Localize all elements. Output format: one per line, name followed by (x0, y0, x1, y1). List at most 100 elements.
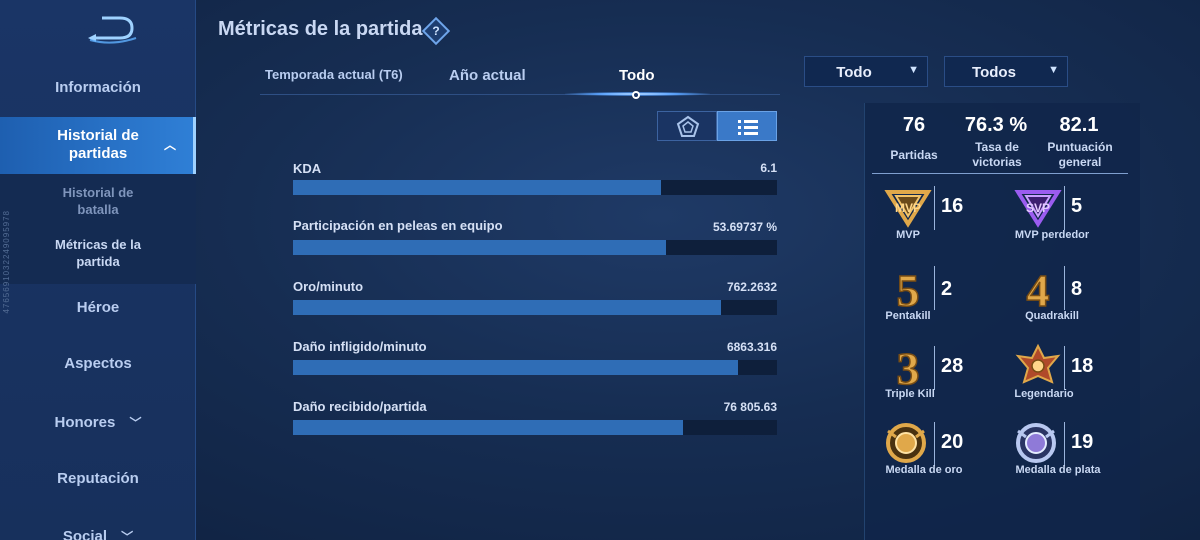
achievement-separator (934, 422, 935, 466)
sidebar-item-social[interactable]: Social ﹀ (0, 528, 196, 540)
sidebar-item-heroe[interactable]: Héroe (0, 299, 196, 316)
sidebar-subitem-label: Historial de batalla (62, 185, 134, 217)
sidebar-item-reputacion[interactable]: Reputación (0, 470, 196, 487)
svg-text:5: 5 (897, 265, 920, 312)
metric-bar-gold (293, 300, 777, 315)
achievement-count-mvp-perdedor: 5 (1071, 195, 1083, 217)
metric-label-gold: Oro/minuto (293, 279, 364, 294)
quadrakill-icon: 4 (1014, 264, 1062, 317)
page-title: Métricas de la partida (218, 18, 423, 40)
list-icon (738, 120, 758, 135)
achievement-count-legendario: 18 (1071, 355, 1094, 377)
score-value: 82.1 (1059, 114, 1099, 136)
summary-divider (872, 173, 1128, 174)
sidebar-item-informacion[interactable]: Información (0, 79, 196, 99)
silver-medal-icon (1012, 419, 1060, 467)
player-id-watermark: 4765691032249095978 (2, 210, 11, 314)
achievement-separator (1064, 346, 1065, 390)
chevron-down-icon: ﹀ (129, 416, 142, 430)
legendary-icon (1014, 342, 1062, 390)
dropdown-value: Todo (836, 64, 872, 81)
tab-temporada-actual[interactable]: Temporada actual (T6) (265, 67, 403, 82)
pentakill-icon: 5 (884, 264, 932, 317)
mode-filter-dropdown[interactable]: Todo ▼ (804, 56, 928, 87)
metric-bar-fill (293, 420, 683, 435)
chevron-down-icon: ▼ (908, 64, 919, 76)
achievement-name-quadrakill: Quadrakill (1025, 310, 1079, 322)
sidebar-item-label: Reputación (57, 470, 139, 487)
pentagon-icon (676, 115, 700, 137)
matches-label: Partidas (890, 148, 938, 162)
hero-filter-dropdown[interactable]: Todos ▼ (944, 56, 1068, 87)
winrate-value: 76.3 % (964, 114, 1028, 136)
achievement-name-medalla-plata: Medalla de plata (1015, 464, 1101, 476)
sidebar-subitem-label: Métricas de la partida (55, 237, 141, 269)
metric-value-damage-taken: 76 805.63 (723, 400, 777, 414)
achievement-name-mvp-perdedor: MVP perdedor (1014, 229, 1090, 241)
achievement-separator (934, 346, 935, 390)
achievement-count-medalla-oro: 20 (941, 431, 964, 453)
triple-kill-icon: 3 (884, 342, 932, 395)
metric-bar-fill (293, 360, 739, 375)
sidebar-item-label: Historial de partidas (57, 127, 139, 162)
score-label: Puntuación general (1047, 140, 1113, 169)
metric-bar-teamfight (293, 240, 777, 255)
achievement-count-mvp: 16 (941, 195, 964, 217)
svg-text:4: 4 (1027, 265, 1050, 312)
svg-text:3: 3 (897, 343, 920, 390)
metric-label-damage-dealt: Daño infligido/minuto (293, 339, 427, 354)
matches-count: 76 (902, 114, 926, 136)
svg-text:SVP: SVP (1026, 201, 1050, 215)
sidebar: Información Historial de partidas ︿ Hist… (0, 0, 196, 540)
tab-ano-actual[interactable]: Año actual (449, 67, 526, 84)
metric-bar-kda (293, 180, 777, 195)
metric-label-damage-taken: Daño recibido/partida (293, 399, 427, 414)
tab-todo[interactable]: Todo (619, 67, 655, 84)
metric-bar-fill (293, 300, 722, 315)
metric-label-kda: KDA (293, 161, 322, 176)
metric-bar-fill (293, 180, 661, 195)
back-icon[interactable] (86, 14, 142, 44)
achievement-name-pentakill: Pentakill (885, 310, 931, 322)
achievement-name-mvp: MVP (896, 229, 920, 241)
list-view-button[interactable] (717, 111, 777, 141)
achievement-name-medalla-oro: Medalla de oro (885, 464, 963, 476)
chevron-down-icon: ▼ (1048, 64, 1059, 76)
metric-value-kda: 6.1 (760, 161, 777, 175)
gold-medal-icon (882, 419, 930, 467)
mvp-icon: MVP (884, 184, 932, 232)
winrate-label: Tasa de victorias (972, 140, 1022, 169)
metric-value-damage-dealt: 6863.316 (726, 340, 777, 354)
sidebar-subitem-metricas[interactable]: Métricas de la partida (0, 236, 196, 270)
sidebar-item-historial[interactable]: Historial de partidas ︿ (0, 117, 196, 174)
sidebar-subitem-historial-batalla[interactable]: Historial de batalla (0, 184, 196, 218)
help-icon[interactable]: ? (421, 16, 451, 46)
sidebar-item-label: Información (55, 79, 141, 96)
achievement-separator (934, 266, 935, 310)
achievement-name-legendario: Legendario (1014, 388, 1074, 400)
metric-label-teamfight: Participación en peleas en equipo (293, 218, 503, 233)
sidebar-item-label: Héroe (76, 299, 120, 316)
radar-view-button[interactable] (657, 111, 717, 141)
active-tab-dot (632, 91, 640, 99)
metric-value-gold: 762.2632 (726, 280, 777, 294)
metric-bar-fill (293, 240, 666, 255)
chevron-up-icon: ︿ (163, 138, 176, 152)
sidebar-item-label: Aspectos (64, 355, 132, 372)
sidebar-item-aspectos[interactable]: Aspectos (0, 355, 196, 372)
sidebar-item-label: Social (62, 528, 107, 540)
achievement-count-medalla-plata: 19 (1071, 431, 1094, 453)
svg-text:MVP: MVP (895, 201, 921, 215)
achievement-separator (1064, 266, 1065, 310)
sidebar-item-honores[interactable]: Honores ﹀ (0, 414, 196, 431)
achievement-count-quadrakill: 8 (1071, 278, 1083, 300)
achievement-count-pentakill: 2 (941, 278, 953, 300)
achievement-separator (1064, 422, 1065, 466)
metric-bar-damage-taken (293, 420, 777, 435)
achievement-name-triple-kill: Triple Kill (885, 388, 935, 400)
achievement-separator (1064, 186, 1065, 230)
metric-bar-damage-dealt (293, 360, 777, 375)
svp-icon: SVP (1014, 184, 1062, 232)
sidebar-item-label: Honores (54, 414, 116, 431)
dropdown-value: Todos (972, 64, 1016, 81)
